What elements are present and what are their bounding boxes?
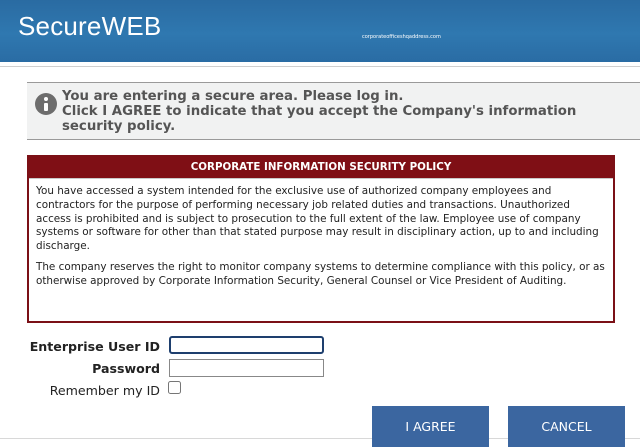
policy-body: You have accessed a system intended for … bbox=[29, 179, 613, 289]
password-label: Password bbox=[92, 361, 160, 376]
info-icon bbox=[35, 93, 57, 115]
notice-text: You are entering a secure area. Please l… bbox=[62, 89, 637, 134]
agree-button[interactable]: I AGREE bbox=[372, 406, 489, 447]
notice-line-2: Click I AGREE to indicate that you accep… bbox=[62, 104, 577, 134]
user-id-label: Enterprise User ID bbox=[29, 339, 160, 354]
security-policy-box: CORPORATE INFORMATION SECURITY POLICY Yo… bbox=[27, 155, 615, 323]
remember-id-checkbox[interactable] bbox=[168, 381, 181, 394]
header-bar: SecureWEB corporateofficeshqaddress.com bbox=[0, 0, 640, 62]
policy-title: CORPORATE INFORMATION SECURITY POLICY bbox=[29, 157, 613, 179]
policy-paragraph-1: You have accessed a system intended for … bbox=[36, 185, 599, 253]
header-divider bbox=[0, 66, 640, 67]
password-input[interactable] bbox=[169, 359, 324, 377]
remember-id-label: Remember my ID bbox=[49, 383, 160, 398]
secure-area-notice: You are entering a secure area. Please l… bbox=[27, 82, 640, 140]
user-id-input[interactable] bbox=[169, 336, 324, 354]
securewsb-logo: SecureWEB bbox=[18, 11, 162, 41]
policy-paragraph-2: The company reserves the right to monito… bbox=[36, 260, 605, 287]
cancel-button[interactable]: CANCEL bbox=[508, 406, 625, 447]
watermark-text: corporateofficeshqaddress.com bbox=[362, 34, 441, 40]
notice-line-1: You are entering a secure area. Please l… bbox=[62, 89, 404, 104]
